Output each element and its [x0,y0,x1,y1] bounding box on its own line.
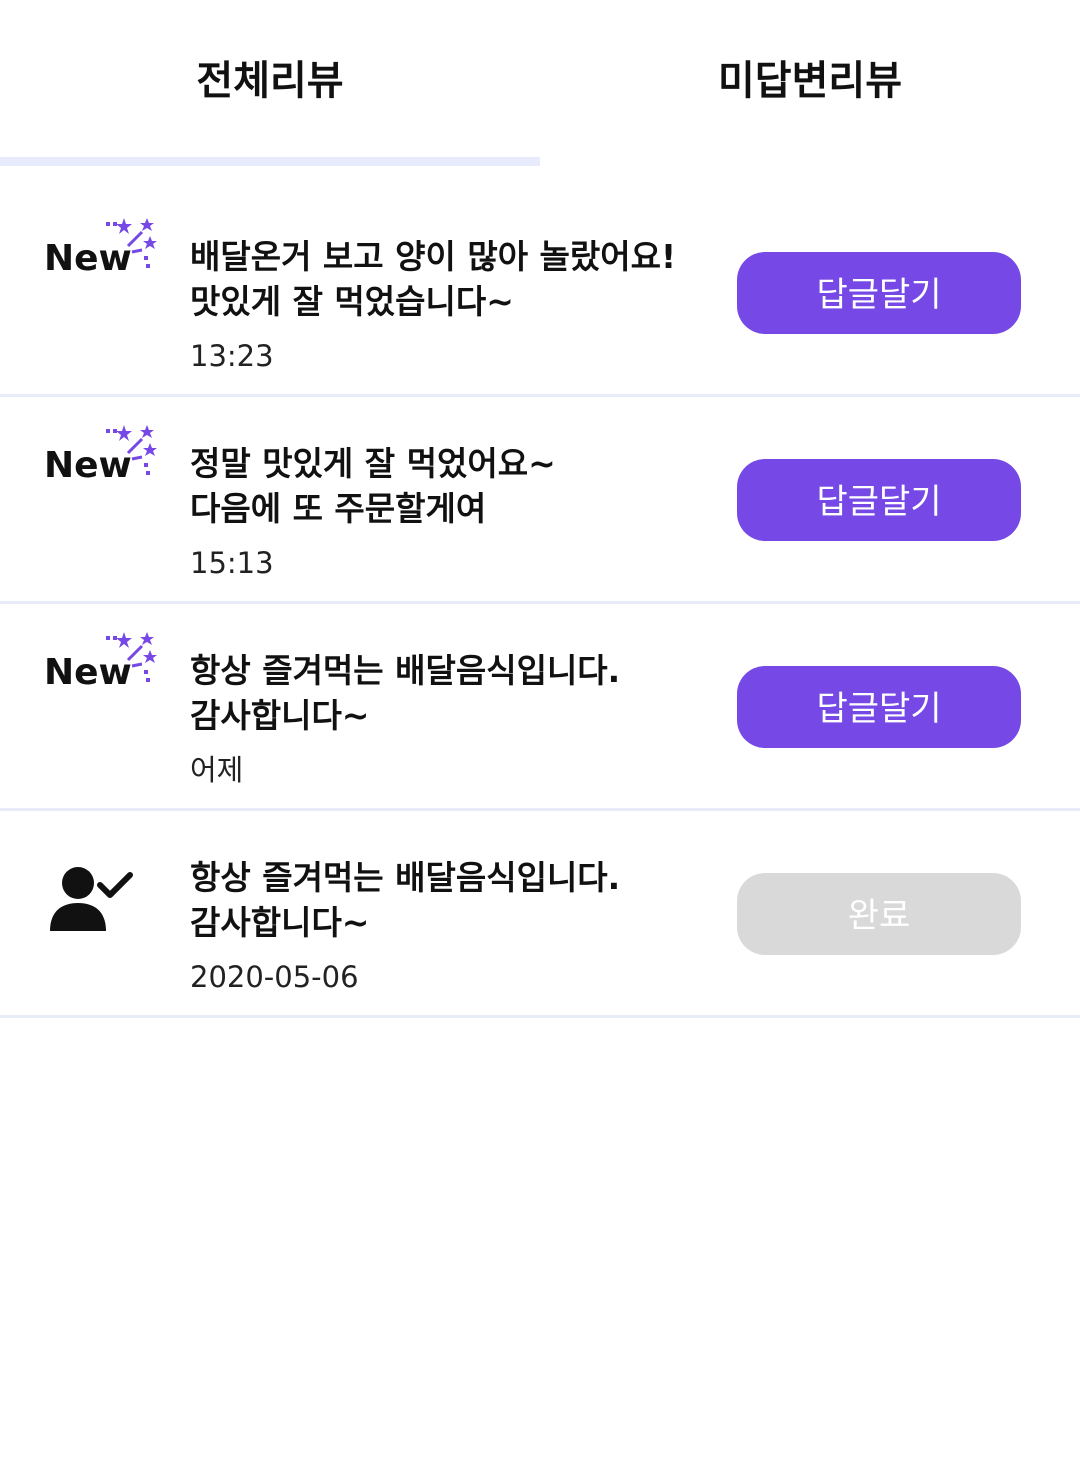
review-content: 항상 즐겨먹는 배달음식입니다. 감사합니다~ 2020-05-06 [190,855,710,995]
review-message: 배달온거 보고 양이 많아 놀랐어요! 맛있게 잘 먹었습니다~ [190,237,677,321]
review-tabs: 전체리뷰 미답변리뷰 [0,0,1080,166]
new-badge: New [44,423,164,493]
active-tab-indicator [0,157,540,166]
user-check-icon [50,867,133,931]
review-message: 항상 즐겨먹는 배달음식입니다. 감사합니다~ [190,651,621,735]
review-time: 어제 [190,753,244,787]
tab-all-reviews[interactable]: 전체리뷰 [0,0,540,160]
review-content: 배달온거 보고 양이 많아 놀랐어요! 맛있게 잘 먹었습니다~ 13:23 [190,234,710,374]
new-badge: New [44,216,164,286]
tab-unanswered-reviews[interactable]: 미답변리뷰 [540,0,1080,160]
review-message: 항상 즐겨먹는 배달음식입니다. 감사합니다~ [190,858,621,942]
review-time: 13:23 [190,339,274,373]
review-content: 정말 맛있게 잘 먹었어요~ 다음에 또 주문할게여 15:13 [190,441,710,581]
sparkle-icon [106,632,157,682]
review-message: 정말 맛있게 잘 먹었어요~ 다음에 또 주문할게여 [190,444,556,528]
review-item: New 정말 맛있게 잘 먹었어요~ 다음에 또 주문할게여 15:13 답글달… [0,397,1080,604]
reply-button[interactable]: 답글달기 [737,459,1021,541]
review-item: New 항상 즐겨먹는 배달음식입니다. 감사합니다~ 어제 답글달기 [0,604,1080,811]
review-item: New 배달온거 보고 양이 많아 놀랐어요! 맛있게 잘 먹었습니다~ 13:… [0,190,1080,397]
sparkle-icon [106,218,157,268]
sparkle-icon [106,425,157,475]
review-time: 15:13 [190,546,274,580]
reply-button[interactable]: 답글달기 [737,252,1021,334]
review-list: New 배달온거 보고 양이 많아 놀랐어요! 맛있게 잘 먹었습니다~ 13:… [0,190,1080,1018]
review-time: 2020-05-06 [190,960,359,994]
review-content: 항상 즐겨먹는 배달음식입니다. 감사합니다~ 어제 [190,648,710,788]
completed-button[interactable]: 완료 [737,873,1021,955]
review-item: 항상 즐겨먹는 배달음식입니다. 감사합니다~ 2020-05-06 완료 [0,811,1080,1018]
new-badge: New [44,630,164,700]
reply-button[interactable]: 답글달기 [737,666,1021,748]
